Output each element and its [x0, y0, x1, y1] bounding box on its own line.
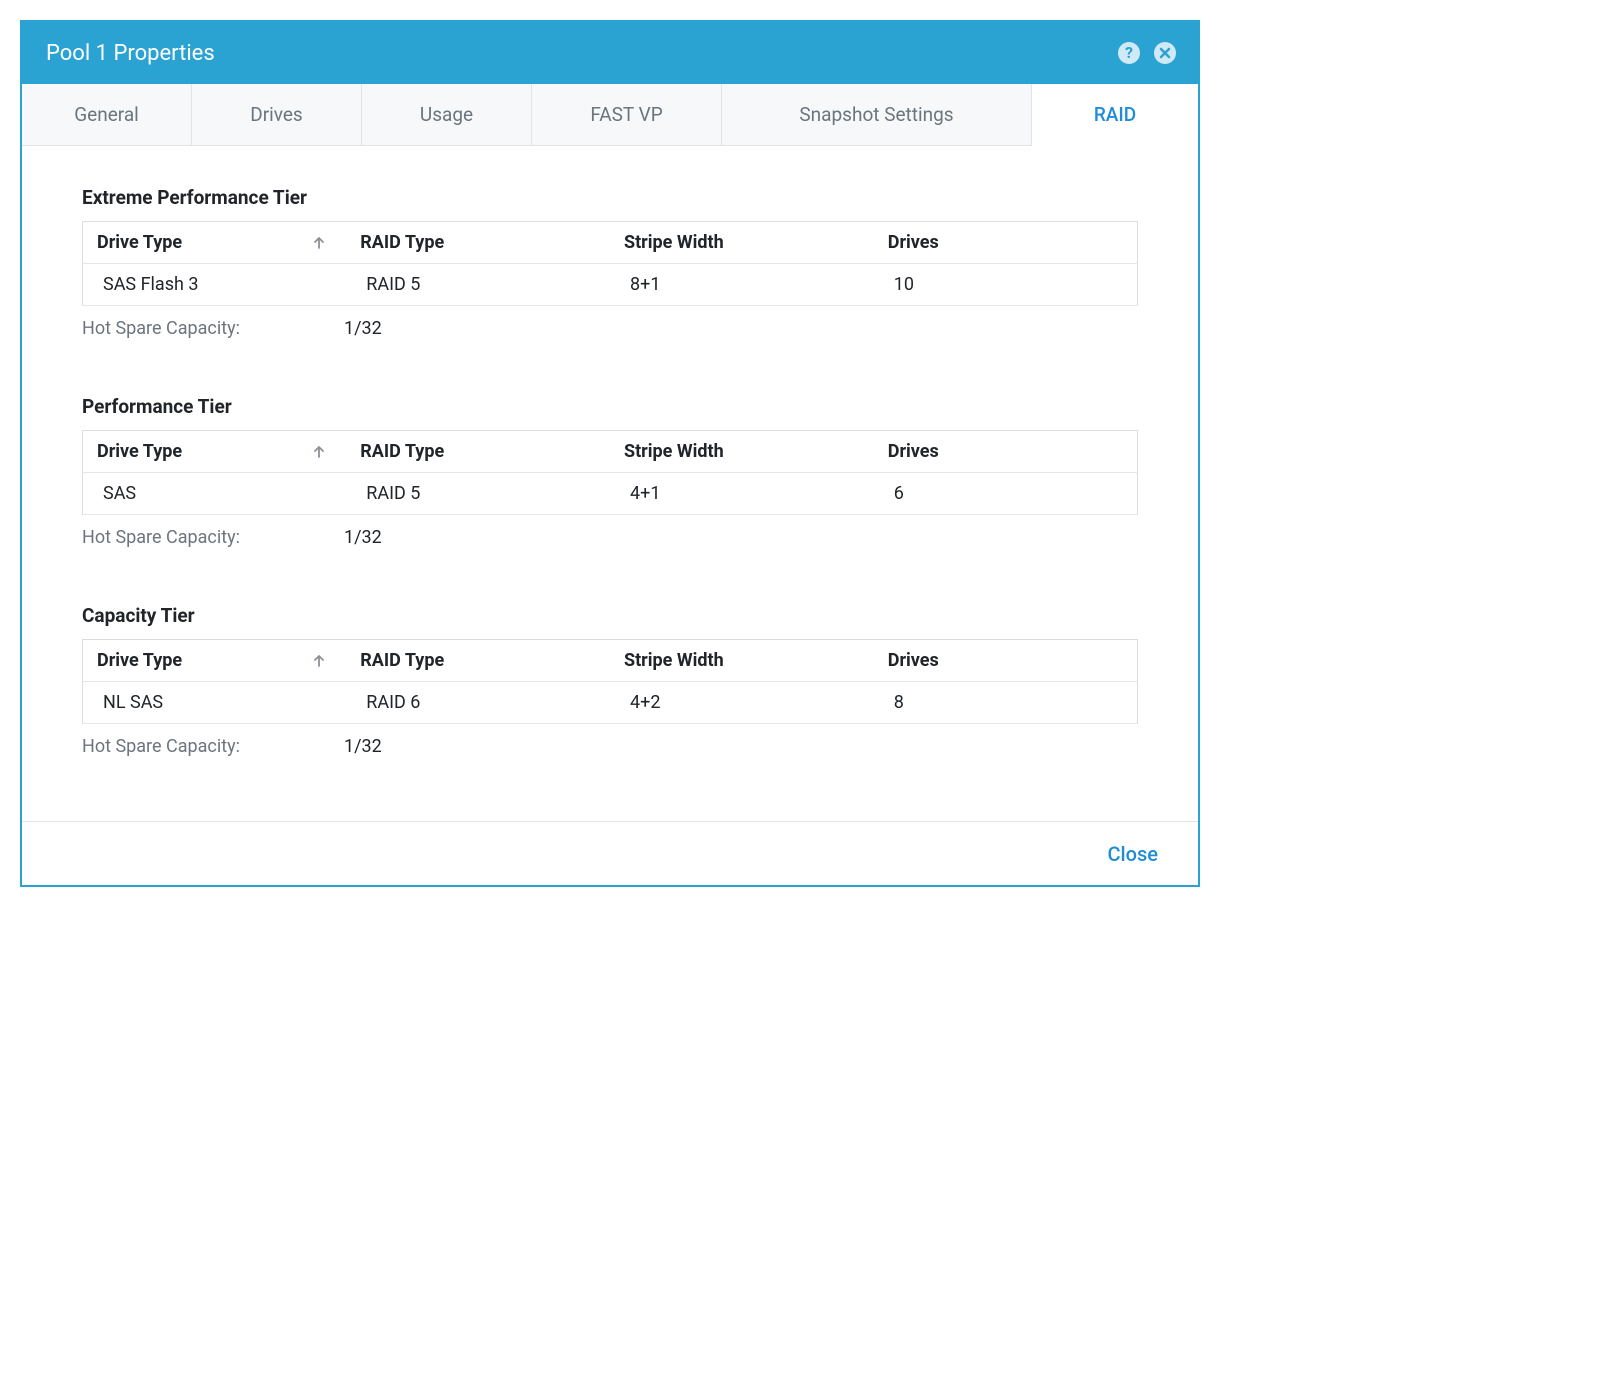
sort-up-icon[interactable]: [312, 654, 332, 668]
table-header-row: Drive Type RAID Type Stripe Width Drives: [83, 431, 1138, 473]
tab-general[interactable]: General: [22, 84, 192, 145]
dialog-pool-properties: Pool 1 Properties ? General Drives Usage…: [20, 20, 1200, 887]
close-icon[interactable]: [1152, 40, 1178, 66]
titlebar-icons: ?: [1116, 40, 1178, 66]
titlebar: Pool 1 Properties ?: [22, 22, 1198, 84]
tier-title: Extreme Performance Tier: [82, 186, 1138, 209]
tier-title: Capacity Tier: [82, 604, 1138, 627]
cell-stripe-width: 4+1: [610, 473, 874, 515]
hot-spare-value: 1/32: [344, 736, 382, 757]
cell-drive-type: SAS: [83, 473, 347, 515]
tier-table: Drive Type RAID Type Stripe Width Drives: [82, 430, 1138, 515]
col-header-raid-type[interactable]: RAID Type: [346, 222, 610, 264]
col-header-drives[interactable]: Drives: [874, 431, 1138, 473]
col-header-label: Drive Type: [97, 232, 182, 253]
table-header-row: Drive Type RAID Type Stripe Width Drives: [83, 640, 1138, 682]
cell-drives: 6: [874, 473, 1138, 515]
tier-table: Drive Type RAID Type Stripe Width Drives: [82, 221, 1138, 306]
dialog-title: Pool 1 Properties: [46, 41, 215, 66]
col-header-drives[interactable]: Drives: [874, 222, 1138, 264]
help-icon[interactable]: ?: [1116, 40, 1142, 66]
col-header-drive-type[interactable]: Drive Type: [83, 431, 347, 473]
tier-section-capacity: Capacity Tier Drive Type RAID Type: [82, 604, 1138, 757]
tier-section-performance: Performance Tier Drive Type RAID Typ: [82, 395, 1138, 548]
table-row[interactable]: SAS RAID 5 4+1 6: [83, 473, 1138, 515]
col-header-stripe-width[interactable]: Stripe Width: [610, 640, 874, 682]
cell-drives: 8: [874, 682, 1138, 724]
hot-spare-row: Hot Spare Capacity: 1/32: [82, 736, 1138, 757]
table-row[interactable]: NL SAS RAID 6 4+2 8: [83, 682, 1138, 724]
tab-snapshot-settings[interactable]: Snapshot Settings: [722, 84, 1032, 145]
hot-spare-row: Hot Spare Capacity: 1/32: [82, 527, 1138, 548]
col-header-stripe-width[interactable]: Stripe Width: [610, 431, 874, 473]
col-header-label: Drive Type: [97, 650, 182, 671]
tab-raid[interactable]: RAID: [1032, 84, 1198, 146]
cell-raid-type: RAID 6: [346, 682, 610, 724]
sort-up-icon[interactable]: [312, 445, 332, 459]
tabs: General Drives Usage FAST VP Snapshot Se…: [22, 84, 1198, 146]
hot-spare-row: Hot Spare Capacity: 1/32: [82, 318, 1138, 339]
cell-drive-type: SAS Flash 3: [83, 264, 347, 306]
cell-drive-type: NL SAS: [83, 682, 347, 724]
col-header-stripe-width[interactable]: Stripe Width: [610, 222, 874, 264]
table-row[interactable]: SAS Flash 3 RAID 5 8+1 10: [83, 264, 1138, 306]
col-header-drive-type[interactable]: Drive Type: [83, 640, 347, 682]
tab-fastvp[interactable]: FAST VP: [532, 84, 722, 145]
hot-spare-label: Hot Spare Capacity:: [82, 527, 344, 548]
tier-table: Drive Type RAID Type Stripe Width Drives: [82, 639, 1138, 724]
tier-section-extreme-performance: Extreme Performance Tier Drive Type: [82, 186, 1138, 339]
col-header-raid-type[interactable]: RAID Type: [346, 640, 610, 682]
dialog-footer: Close: [22, 821, 1198, 885]
tab-usage[interactable]: Usage: [362, 84, 532, 145]
cell-raid-type: RAID 5: [346, 264, 610, 306]
tab-drives[interactable]: Drives: [192, 84, 362, 145]
hot-spare-value: 1/32: [344, 318, 382, 339]
hot-spare-label: Hot Spare Capacity:: [82, 318, 344, 339]
hot-spare-value: 1/32: [344, 527, 382, 548]
col-header-drive-type[interactable]: Drive Type: [83, 222, 347, 264]
cell-raid-type: RAID 5: [346, 473, 610, 515]
col-header-raid-type[interactable]: RAID Type: [346, 431, 610, 473]
tab-content-raid: Extreme Performance Tier Drive Type: [22, 146, 1198, 821]
cell-drives: 10: [874, 264, 1138, 306]
sort-up-icon[interactable]: [312, 236, 332, 250]
col-header-label: Drive Type: [97, 441, 182, 462]
svg-text:?: ?: [1125, 43, 1133, 62]
hot-spare-label: Hot Spare Capacity:: [82, 736, 344, 757]
close-button[interactable]: Close: [1107, 842, 1158, 866]
cell-stripe-width: 8+1: [610, 264, 874, 306]
tier-title: Performance Tier: [82, 395, 1138, 418]
cell-stripe-width: 4+2: [610, 682, 874, 724]
col-header-drives[interactable]: Drives: [874, 640, 1138, 682]
table-header-row: Drive Type RAID Type Stripe Width Drives: [83, 222, 1138, 264]
